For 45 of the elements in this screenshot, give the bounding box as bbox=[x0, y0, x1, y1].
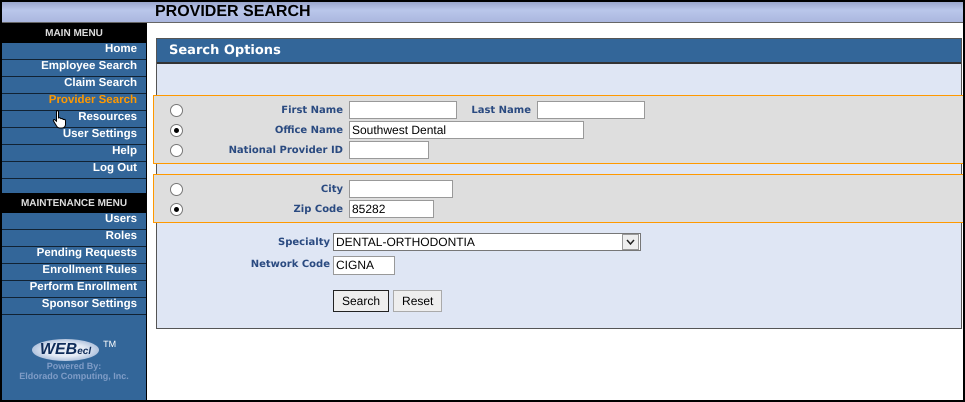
menu-item[interactable]: Claim Search bbox=[2, 77, 146, 94]
page-title: PROVIDER SEARCH bbox=[155, 3, 311, 21]
trademark: TM bbox=[103, 339, 116, 349]
menu-item[interactable]: Roles bbox=[2, 230, 146, 247]
field-label: Zip Code bbox=[292, 204, 344, 214]
menu-item[interactable]: Enrollment Rules bbox=[2, 264, 146, 281]
radio-button[interactable] bbox=[170, 202, 183, 216]
specialty-dropdown[interactable]: DENTAL-ORTHODONTIA bbox=[333, 233, 641, 251]
radio-button[interactable] bbox=[170, 104, 183, 116]
menu-item[interactable]: Sponsor Settings bbox=[2, 298, 146, 315]
menu-item[interactable]: Log Out bbox=[2, 162, 146, 179]
menu-item[interactable]: Perform Enrollment bbox=[2, 281, 146, 298]
logo: WEBecl bbox=[32, 339, 100, 361]
field-label: Specialty bbox=[277, 236, 331, 248]
field-label: Network Code bbox=[250, 258, 331, 270]
input-field[interactable] bbox=[537, 101, 645, 119]
input-field[interactable] bbox=[349, 141, 429, 159]
form-button[interactable]: Search bbox=[333, 290, 390, 312]
field-label: City bbox=[320, 184, 344, 194]
menu-item[interactable]: Pending Requests bbox=[2, 247, 146, 264]
radio-button[interactable] bbox=[170, 182, 183, 196]
powered-by: Powered By: bbox=[46, 361, 102, 371]
company-name: Eldorado Computing, Inc. bbox=[19, 371, 129, 381]
menu-item[interactable]: Employee Search bbox=[2, 60, 146, 77]
menu-item[interactable]: Home bbox=[2, 43, 146, 60]
radio-button[interactable] bbox=[170, 144, 183, 156]
field-label: First Name bbox=[280, 104, 344, 116]
form-button[interactable]: Reset bbox=[393, 290, 442, 312]
radio-button[interactable] bbox=[170, 124, 183, 136]
input-field[interactable]: CIGNA bbox=[333, 256, 395, 274]
menu-item[interactable]: User Settings bbox=[2, 128, 146, 145]
menu-title: MAINTENANCE MENU bbox=[20, 198, 128, 208]
menu-item[interactable]: Users bbox=[2, 213, 146, 230]
field-label: National Provider ID bbox=[228, 144, 344, 156]
input-field[interactable] bbox=[349, 180, 453, 198]
menu-title: MAIN MENU bbox=[45, 28, 103, 38]
field-label: Last Name bbox=[470, 104, 532, 116]
input-field[interactable]: 85282 bbox=[349, 200, 434, 218]
field-label: Office Name bbox=[274, 124, 344, 136]
input-field[interactable] bbox=[349, 101, 457, 119]
input-field[interactable]: Southwest Dental bbox=[349, 121, 584, 139]
caret-icon bbox=[622, 234, 639, 250]
hand-cursor-icon bbox=[52, 109, 68, 129]
panel-title: Search Options bbox=[169, 43, 281, 58]
menu-item[interactable]: Help bbox=[2, 145, 146, 162]
